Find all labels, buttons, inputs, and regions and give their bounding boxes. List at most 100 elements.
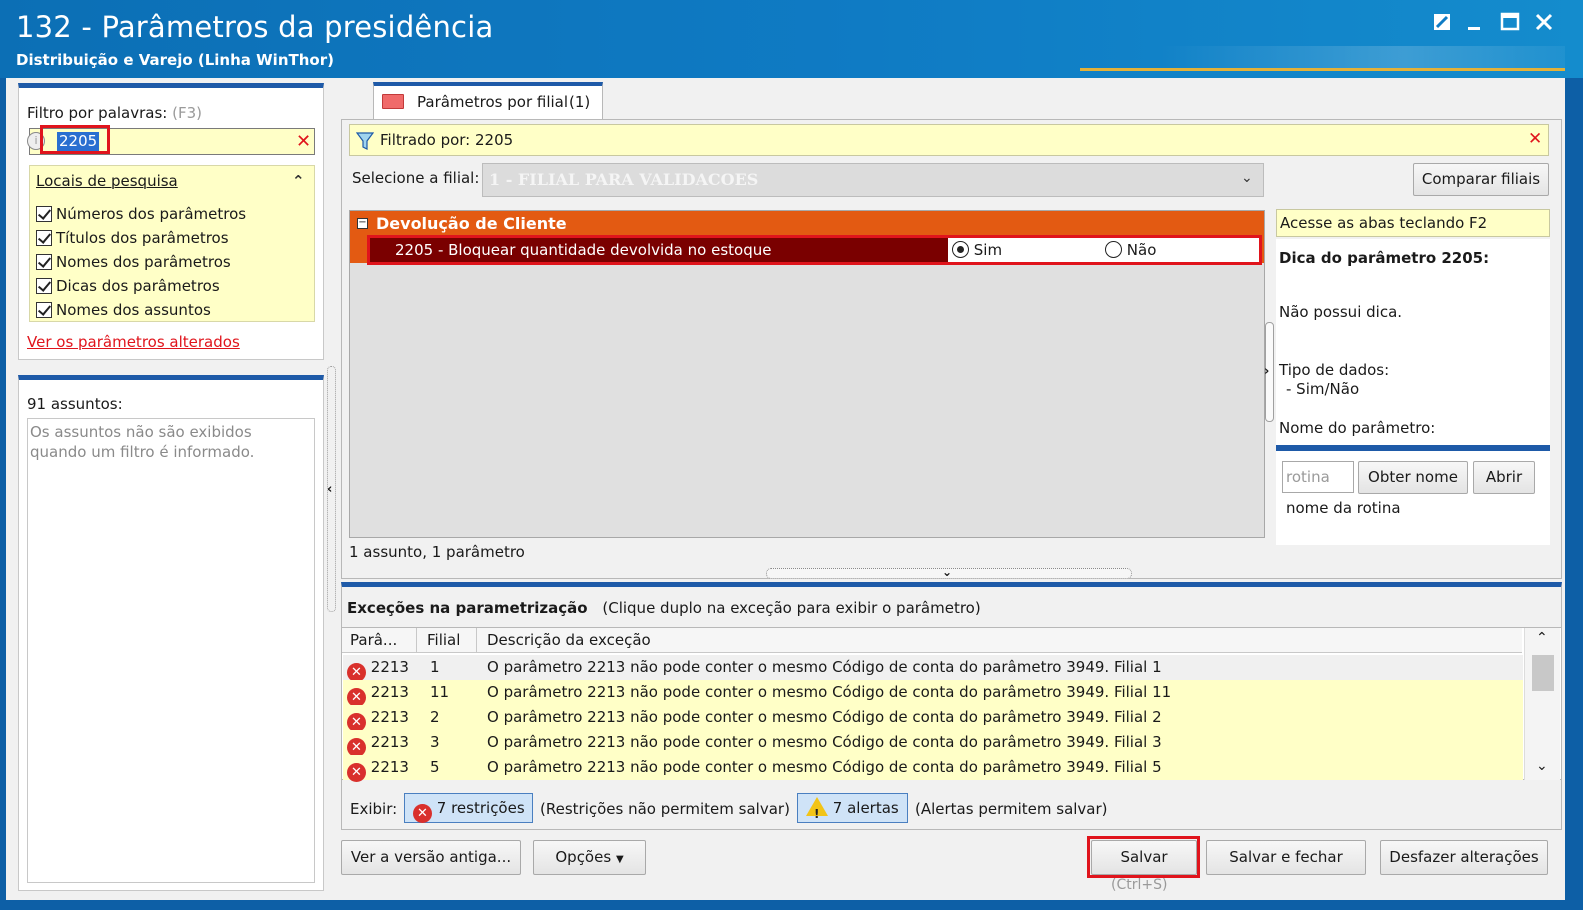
exceptions-scrollbar[interactable]: ⌃ ⌄ xyxy=(1524,628,1560,780)
checkbox-icon[interactable] xyxy=(36,254,52,270)
exceptions-header: Exceções na parametrização (Clique duplo… xyxy=(347,599,981,617)
restrictions-note: (Restrições não permitem salvar) xyxy=(540,800,790,818)
data-type-label: Tipo de dados: xyxy=(1279,361,1390,379)
column-param[interactable]: Parâ... xyxy=(350,628,397,652)
filter-panel: Filtro por palavras: (F3) i 2205 ✕ Locai… xyxy=(18,83,324,360)
params-grid: − Devolução de Cliente 2205 - Bloquear q… xyxy=(349,210,1265,538)
search-locations-title: Locais de pesquisa xyxy=(36,172,178,190)
minimize-icon[interactable] xyxy=(1460,12,1488,40)
checkbox-icon[interactable] xyxy=(36,302,52,318)
restore-icon[interactable] xyxy=(1428,12,1456,40)
scroll-up-icon[interactable]: ⌃ xyxy=(1536,630,1548,646)
column-description[interactable]: Descrição da exceção xyxy=(487,628,651,652)
restrictions-button[interactable]: ✕ 7 restrições xyxy=(404,793,533,823)
search-location-names[interactable]: Nomes dos parâmetros xyxy=(36,250,246,274)
close-window-icon[interactable] xyxy=(1530,12,1558,40)
filter-highlight-box xyxy=(40,125,110,154)
options-button[interactable]: Opções ▼ xyxy=(533,840,646,875)
subjects-empty-message: Os assuntos não são exibidos quando um f… xyxy=(30,423,255,461)
alerts-note: (Alertas permitem salvar) xyxy=(915,800,1108,818)
filtered-by-text: Filtrado por: 2205 xyxy=(380,131,514,149)
routine-input[interactable]: rotina xyxy=(1282,461,1354,493)
exception-row[interactable]: ✕ 2213 5 O parâmetro 2213 não pode conte… xyxy=(343,755,1523,782)
exception-row[interactable]: ✕ 2213 1 O parâmetro 2213 não pode conte… xyxy=(343,655,1523,682)
save-shortcut: (Ctrl+S) xyxy=(1111,877,1168,893)
hint-divider xyxy=(1276,445,1550,451)
collapse-group-icon[interactable]: − xyxy=(357,218,368,229)
branch-value: 1 - FILIAL PARA VALIDACOES xyxy=(489,170,759,189)
tabs-hint: Acesse as abas teclando F2 xyxy=(1276,209,1550,237)
clear-filtered-icon[interactable]: ✕ xyxy=(1528,129,1542,149)
routine-name: nome da rotina xyxy=(1286,499,1401,517)
search-location-subjects[interactable]: Nomes dos assuntos xyxy=(36,298,246,322)
folder-icon xyxy=(382,94,404,109)
search-locations-box: Locais de pesquisa ⌃ Números dos parâmet… xyxy=(29,165,315,322)
tab-parametros-por-filial[interactable]: Parâmetros por filial (1) xyxy=(373,82,603,120)
show-label: Exibir: xyxy=(350,800,398,818)
filter-label: Filtro por palavras: (F3) xyxy=(27,104,203,122)
clear-filter-icon[interactable]: ✕ xyxy=(296,131,311,152)
param-name-label: Nome do parâmetro: xyxy=(1279,419,1436,437)
search-location-titles[interactable]: Títulos dos parâmetros xyxy=(36,226,246,250)
undo-changes-button[interactable]: Desfazer alterações xyxy=(1380,840,1548,875)
search-location-numbers[interactable]: Números dos parâmetros xyxy=(36,202,246,226)
filtered-by-bar: Filtrado por: 2205 ✕ xyxy=(349,124,1549,156)
main-window: Filtro por palavras: (F3) i 2205 ✕ Locai… xyxy=(4,78,1567,900)
subjects-list: Os assuntos não são exibidos quando um f… xyxy=(27,418,315,883)
exceptions-panel: Exceções na parametrização (Clique duplo… xyxy=(341,582,1562,830)
save-highlight-box xyxy=(1087,836,1200,878)
exception-row[interactable]: ✕ 2213 3 O parâmetro 2213 não pode conte… xyxy=(343,730,1523,757)
title-bar: 132 - Parâmetros da presidência Distribu… xyxy=(0,0,1583,78)
branch-select[interactable]: 1 - FILIAL PARA VALIDACOES ⌄ xyxy=(482,163,1264,197)
collapse-chevron-icon[interactable]: ⌃ xyxy=(292,172,305,190)
warning-icon: ! xyxy=(806,797,828,821)
params-panel: Filtrado por: 2205 ✕ Selecione a filial:… xyxy=(341,119,1562,579)
collapse-down-icon[interactable]: ⌄ xyxy=(942,565,952,579)
branch-label: Selecione a filial: xyxy=(352,169,480,187)
checkbox-icon[interactable] xyxy=(36,206,52,222)
open-button[interactable]: Abrir xyxy=(1473,461,1535,494)
params-summary: 1 assunto, 1 parâmetro xyxy=(349,543,525,561)
title-accent-line xyxy=(1080,68,1565,71)
window-subtitle: Distribuição e Varejo (Linha WinThor) xyxy=(16,51,334,69)
title-decoration xyxy=(1160,46,1565,68)
tab-label: Parâmetros por filial xyxy=(417,93,569,111)
save-and-close-button[interactable]: Salvar e fechar xyxy=(1206,840,1366,875)
collapse-left-icon[interactable]: ‹ xyxy=(327,482,332,497)
checkbox-icon[interactable] xyxy=(36,278,52,294)
scroll-thumb[interactable] xyxy=(1532,655,1554,691)
hint-panel: Acesse as abas teclando F2 Dica do parâm… xyxy=(1276,207,1550,615)
filter-shortcut: (F3) xyxy=(172,104,203,122)
compare-branches-button[interactable]: Comparar filiais xyxy=(1413,163,1549,196)
dropdown-arrow-icon: ▼ xyxy=(615,854,624,865)
changed-params-link[interactable]: Ver os parâmetros alterados xyxy=(27,333,240,351)
group-title: Devolução de Cliente xyxy=(376,214,567,233)
column-filial[interactable]: Filial xyxy=(427,628,460,652)
exceptions-columns: Parâ... Filial Descrição da exceção xyxy=(342,628,1522,653)
search-location-hints[interactable]: Dicas dos parâmetros xyxy=(36,274,246,298)
get-name-button[interactable]: Obter nome xyxy=(1358,461,1468,494)
subjects-count: 91 assuntos: xyxy=(27,395,123,413)
subjects-panel: 91 assuntos: Os assuntos não são exibido… xyxy=(18,375,324,891)
exceptions-subtitle: (Clique duplo na exceção para exibir o p… xyxy=(602,599,981,617)
expand-right-icon[interactable]: › xyxy=(1264,364,1269,379)
checkbox-icon[interactable] xyxy=(36,230,52,246)
exceptions-title: Exceções na parametrização xyxy=(347,599,588,617)
old-version-button[interactable]: Ver a versão antiga... xyxy=(341,840,521,875)
exception-row[interactable]: ✕ 2213 11 O parâmetro 2213 não pode cont… xyxy=(343,680,1523,707)
exception-row[interactable]: ✕ 2213 2 O parâmetro 2213 não pode conte… xyxy=(343,705,1523,732)
maximize-icon[interactable] xyxy=(1496,12,1524,40)
exceptions-grid: Parâ... Filial Descrição da exceção ✕ 22… xyxy=(342,627,1561,782)
tab-count: (1) xyxy=(569,93,591,111)
hint-body: Dica do parâmetro 2205: Não possui dica.… xyxy=(1276,239,1550,545)
data-type-value: - Sim/Não xyxy=(1286,380,1360,398)
chevron-down-icon[interactable]: ⌄ xyxy=(1241,170,1253,186)
error-icon: ✕ xyxy=(347,763,366,782)
hint-text: Não possui dica. xyxy=(1279,303,1403,321)
error-icon: ✕ xyxy=(413,804,432,823)
param-highlight-box xyxy=(367,235,1262,265)
hint-title: Dica do parâmetro 2205: xyxy=(1279,249,1490,267)
group-header[interactable]: − Devolução de Cliente xyxy=(350,211,1264,237)
alerts-button[interactable]: ! 7 alertas xyxy=(797,793,908,823)
scroll-down-icon[interactable]: ⌄ xyxy=(1536,758,1548,774)
